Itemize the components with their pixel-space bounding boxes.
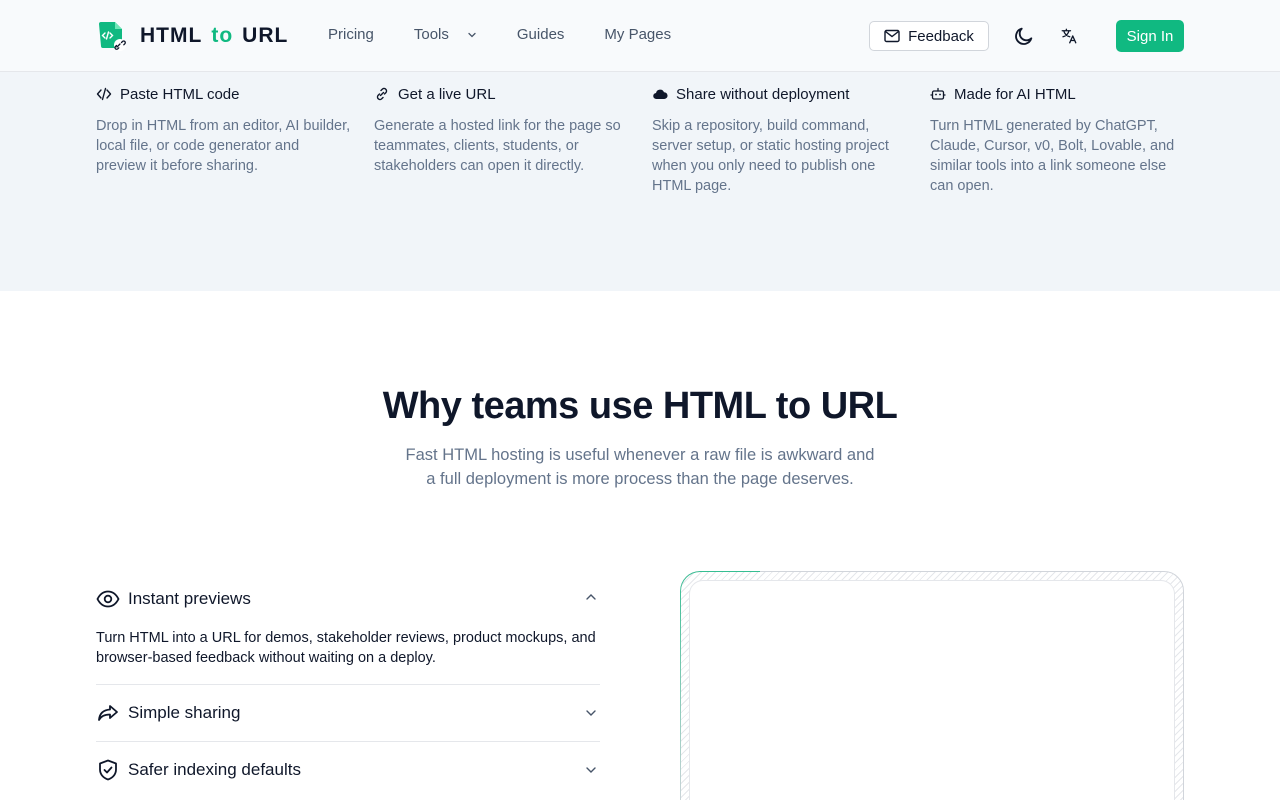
accordion-header[interactable]: Instant previews bbox=[96, 580, 600, 618]
feedback-label: Feedback bbox=[908, 27, 974, 45]
accordion-item-simple-sharing: Simple sharing bbox=[96, 685, 600, 742]
chevron-down-icon bbox=[586, 710, 596, 716]
feature-title: Share without deployment bbox=[676, 85, 850, 103]
theme-toggle-button[interactable] bbox=[1010, 22, 1038, 50]
mail-icon bbox=[884, 29, 900, 43]
accordion-header[interactable]: Safer indexing defaults bbox=[96, 742, 600, 798]
logo-text-to: to bbox=[211, 24, 234, 47]
feedback-button[interactable]: Feedback bbox=[869, 21, 989, 51]
nav-guides-label: Guides bbox=[516, 26, 565, 43]
feature-share-without-deployment: Share without deployment Skip a reposito… bbox=[652, 84, 908, 196]
site-header: HTML to URL Pricing Tools Guides My Page… bbox=[0, 0, 1280, 72]
accordion-label: Safer indexing defaults bbox=[128, 760, 301, 779]
feature-title: Get a live URL bbox=[398, 85, 496, 103]
nav-my-pages-label: My Pages bbox=[604, 26, 672, 43]
chevron-down-icon bbox=[586, 767, 596, 773]
share-icon bbox=[98, 705, 118, 721]
accordion-header[interactable]: Simple sharing bbox=[96, 685, 600, 741]
preview-panel bbox=[689, 580, 1175, 800]
logo-text-html: HTML bbox=[140, 24, 203, 47]
logo-file-link-icon bbox=[96, 20, 128, 52]
benefits-accordion: Instant previews Turn HTML into a URL fo… bbox=[96, 580, 600, 798]
nav-my-pages[interactable]: My Pages bbox=[604, 26, 671, 43]
features-band: Paste HTML code Drop in HTML from an edi… bbox=[0, 72, 1280, 291]
eye-icon bbox=[96, 590, 120, 608]
logo-text: HTML to URL bbox=[140, 24, 288, 48]
feature-live-url: Get a live URL Generate a hosted link fo… bbox=[374, 84, 630, 176]
feature-desc: Generate a hosted link for the page so t… bbox=[374, 118, 621, 174]
bot-icon bbox=[930, 87, 946, 100]
nav-guides[interactable]: Guides bbox=[517, 26, 565, 43]
cloud-icon bbox=[653, 89, 668, 100]
nav-tools-label: Tools bbox=[413, 26, 449, 43]
accordion-item-safer-indexing: Safer indexing defaults bbox=[96, 742, 600, 798]
feature-desc: Drop in HTML from an editor, AI builder,… bbox=[96, 118, 351, 174]
nav-pricing-label: Pricing bbox=[328, 26, 374, 43]
section-subtitle: Fast HTML hosting is useful whenever a r… bbox=[405, 446, 875, 488]
link-icon bbox=[376, 87, 388, 101]
moon-icon bbox=[1015, 27, 1033, 45]
shield-check-icon bbox=[99, 759, 117, 781]
logo-text-url: URL bbox=[242, 24, 289, 47]
feature-made-for-ai: Made for AI HTML Turn HTML generated by … bbox=[930, 84, 1186, 196]
chevron-up-icon bbox=[586, 594, 596, 600]
accordion-item-instant-previews: Instant previews Turn HTML into a URL fo… bbox=[96, 580, 600, 685]
nav-tools[interactable]: Tools bbox=[414, 26, 477, 43]
accordion-label: Instant previews bbox=[128, 589, 251, 608]
feature-desc: Turn HTML generated by ChatGPT, Claude, … bbox=[930, 118, 1175, 194]
nav-pricing[interactable]: Pricing bbox=[328, 26, 374, 43]
feature-title: Made for AI HTML bbox=[954, 85, 1076, 103]
accordion-label: Simple sharing bbox=[128, 703, 241, 722]
feature-title: Paste HTML code bbox=[120, 85, 240, 103]
code-icon bbox=[96, 87, 112, 101]
main-nav: Pricing Tools Guides My Pages bbox=[328, 26, 711, 43]
feature-paste-html: Paste HTML code Drop in HTML from an edi… bbox=[96, 84, 352, 176]
sign-in-button[interactable]: Sign In bbox=[1116, 20, 1184, 52]
chevron-down-icon bbox=[468, 32, 476, 37]
accordion-body: Turn HTML into a URL for demos, stakehol… bbox=[96, 630, 596, 666]
section-title: Why teams use HTML to URL bbox=[382, 385, 898, 427]
translate-icon bbox=[1061, 28, 1077, 44]
feature-desc: Skip a repository, build command, server… bbox=[652, 118, 889, 194]
language-button[interactable] bbox=[1055, 22, 1083, 50]
logo[interactable]: HTML to URL bbox=[96, 20, 288, 52]
sign-in-label: Sign In bbox=[1126, 27, 1174, 45]
